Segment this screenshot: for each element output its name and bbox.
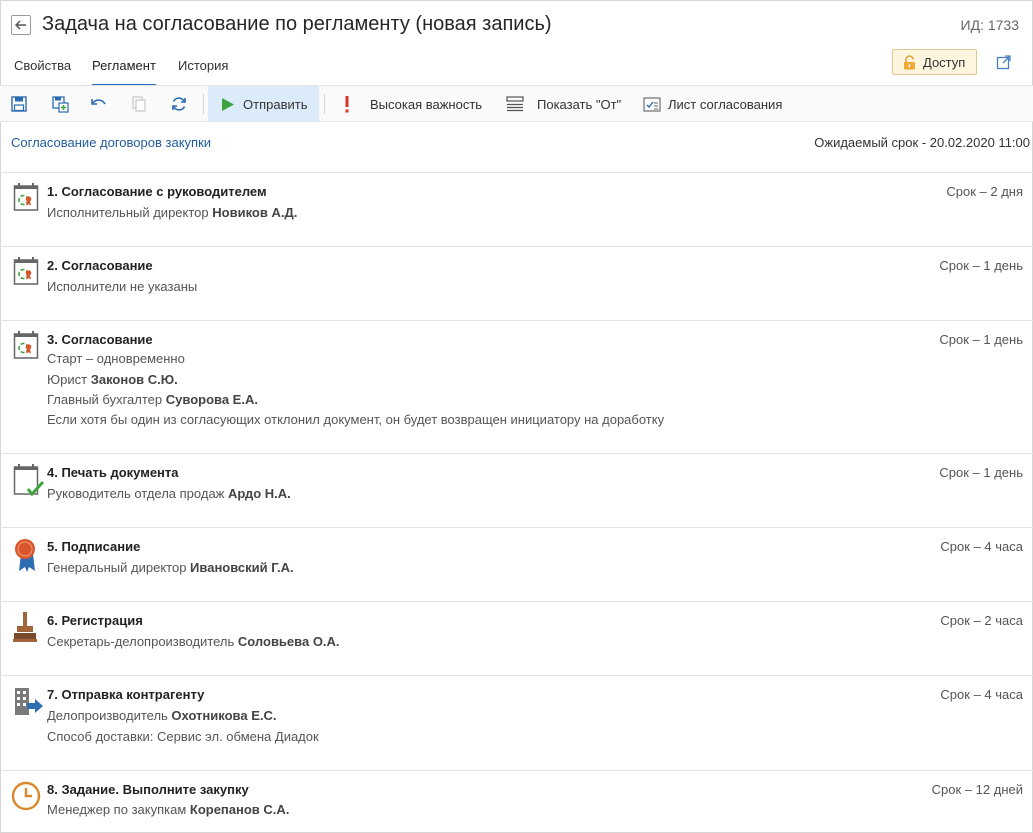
step-line: Исполнительный директор Новиков А.Д. [47, 205, 297, 220]
step-line-text: Секретарь-делопроизводитель [47, 634, 238, 649]
process-info: Согласование договоров закупки Ожидаемый… [0, 122, 1033, 173]
page-title: Задача на согласование по регламенту (но… [42, 13, 552, 35]
step-item[interactable]: 1. Согласование с руководителем Срок – 2… [0, 173, 1033, 247]
header: Задача на согласование по регламенту (но… [0, 0, 1033, 48]
step-line-person: Корепанов С.А. [189, 802, 290, 817]
step-line-text: Главный бухгалтер [47, 392, 166, 407]
show-from-icon [506, 95, 524, 113]
save-and-create-icon[interactable] [51, 95, 69, 113]
step-line-text: Менеджер по закупкам [47, 802, 190, 817]
step-line: Исполнители не указаны [47, 279, 197, 294]
step-line-text: Делопроизводитель [47, 708, 172, 723]
access-button[interactable]: Доступ [892, 49, 977, 75]
step-line-person: Новиков А.Д. [212, 205, 298, 220]
send-button-label: Отправить [243, 96, 308, 112]
approval-calendar-icon [13, 255, 41, 289]
step-line-text: Руководитель отдела продаж [47, 486, 228, 501]
toolbar: Отправить Высокая важность Показать "От"… [0, 85, 1033, 122]
copy-icon[interactable] [130, 95, 148, 113]
access-button-label: Доступ [923, 54, 966, 70]
steps-list: 1. Согласование с руководителем Срок – 2… [0, 173, 1033, 833]
open-in-new-window-icon[interactable] [996, 54, 1012, 70]
process-name-link[interactable]: Согласование договоров закупки [11, 135, 211, 150]
toolbar-divider [324, 94, 325, 114]
clock-icon [11, 780, 41, 814]
step-line: Руководитель отдела продаж Ардо Н.А. [47, 486, 291, 501]
send-button[interactable]: Отправить [208, 86, 319, 122]
refresh-icon[interactable] [170, 95, 188, 113]
step-term: Срок – 4 часа [940, 687, 1023, 702]
tab-regulation[interactable]: Регламент [92, 58, 156, 86]
step-line-text: Генеральный директор [47, 560, 191, 575]
step-line: Генеральный директор Ивановский Г.А. [47, 560, 294, 575]
tab-history[interactable]: История [178, 58, 228, 84]
step-term: Срок – 2 часа [940, 613, 1023, 628]
step-line: Старт – одновременно [47, 351, 185, 366]
step-line-person: Ардо Н.А. [227, 486, 291, 501]
save-icon[interactable] [10, 95, 28, 113]
step-title: 4. Печать документа [47, 465, 179, 480]
record-id: ИД: 1733 [960, 17, 1019, 33]
back-button[interactable] [11, 15, 31, 35]
step-term: Срок – 4 часа [940, 539, 1023, 554]
step-line-text: Если хотя бы один из согласующих отклони… [47, 412, 665, 427]
step-item[interactable]: 3. Согласование Срок – 1 день Старт – од… [0, 321, 1033, 454]
step-item[interactable]: 5. Подписание Срок – 4 часа Генеральный … [0, 528, 1033, 602]
toolbar-divider [203, 94, 204, 114]
step-line: Юрист Законов С.Ю. [47, 372, 178, 387]
approval-calendar-icon [13, 329, 41, 363]
approval-calendar-icon [13, 181, 41, 215]
step-item[interactable]: 7. Отправка контрагенту Срок – 4 часа Де… [0, 676, 1033, 771]
step-term: Срок – 1 день [939, 465, 1023, 480]
building-send-icon [13, 684, 43, 718]
play-icon [221, 97, 235, 112]
stamp-icon [13, 610, 41, 644]
step-line-person: Суворова Е.А. [165, 392, 258, 407]
step-term: Срок – 2 дня [946, 184, 1023, 199]
step-item[interactable]: 4. Печать документа Срок – 1 день Руково… [0, 454, 1033, 528]
tab-bar: Свойства Регламент История [0, 52, 1033, 86]
step-line: Секретарь-делопроизводитель Соловьева О.… [47, 634, 340, 649]
step-item[interactable]: 2. Согласование Срок – 1 день Исполнител… [0, 247, 1033, 321]
step-title: 3. Согласование [47, 332, 153, 347]
step-title: 5. Подписание [47, 539, 141, 554]
exclamation-icon [338, 95, 356, 113]
high-importance-button[interactable]: Высокая важность [370, 97, 482, 112]
print-check-icon [13, 462, 45, 497]
step-line-text: Исполнительный директор [47, 205, 213, 220]
arrow-left-icon [15, 20, 26, 30]
step-title: 2. Согласование [47, 258, 153, 273]
step-line: Способ доставки: Сервис эл. обмена Диадо… [47, 729, 319, 744]
step-line-text: Старт – одновременно [47, 351, 185, 366]
step-line: Менеджер по закупкам Корепанов С.А. [47, 802, 289, 817]
step-title: 8. Задание. Выполните закупку [47, 782, 249, 797]
step-line: Делопроизводитель Охотникова Е.С. [47, 708, 277, 723]
undo-icon[interactable] [90, 95, 108, 113]
show-from-button[interactable]: Показать "От" [537, 97, 621, 112]
step-line: Главный бухгалтер Суворова Е.А. [47, 392, 258, 407]
step-item[interactable]: 8. Задание. Выполните закупку Срок – 12 … [0, 771, 1033, 833]
step-line: Если хотя бы один из согласующих отклони… [47, 412, 664, 427]
step-line-text: Способ доставки: Сервис эл. обмена Диадо… [47, 729, 319, 744]
expected-deadline: Ожидаемый срок - 20.02.2020 11:00 [814, 135, 1030, 150]
step-title: 7. Отправка контрагенту [47, 687, 205, 702]
step-line-person: Законов С.Ю. [90, 372, 178, 387]
step-term: Срок – 1 день [939, 332, 1023, 347]
lock-icon [903, 54, 916, 70]
step-item[interactable]: 6. Регистрация Срок – 2 часа Секретарь-д… [0, 602, 1033, 676]
step-term: Срок – 1 день [939, 258, 1023, 273]
step-title: 1. Согласование с руководителем [47, 184, 267, 199]
step-line-text: Исполнители не указаны [47, 279, 198, 294]
approval-sheet-icon [643, 95, 661, 113]
tab-properties[interactable]: Свойства [14, 58, 71, 84]
step-title: 6. Регистрация [47, 613, 143, 628]
step-line-person: Ивановский Г.А. [190, 560, 294, 575]
seal-ribbon-icon [13, 536, 41, 572]
approval-sheet-button[interactable]: Лист согласования [668, 97, 782, 112]
step-line-person: Охотникова Е.С. [171, 708, 277, 723]
step-line-person: Соловьева О.А. [237, 634, 340, 649]
step-term: Срок – 12 дней [931, 782, 1023, 797]
step-line-text: Юрист [47, 372, 91, 387]
